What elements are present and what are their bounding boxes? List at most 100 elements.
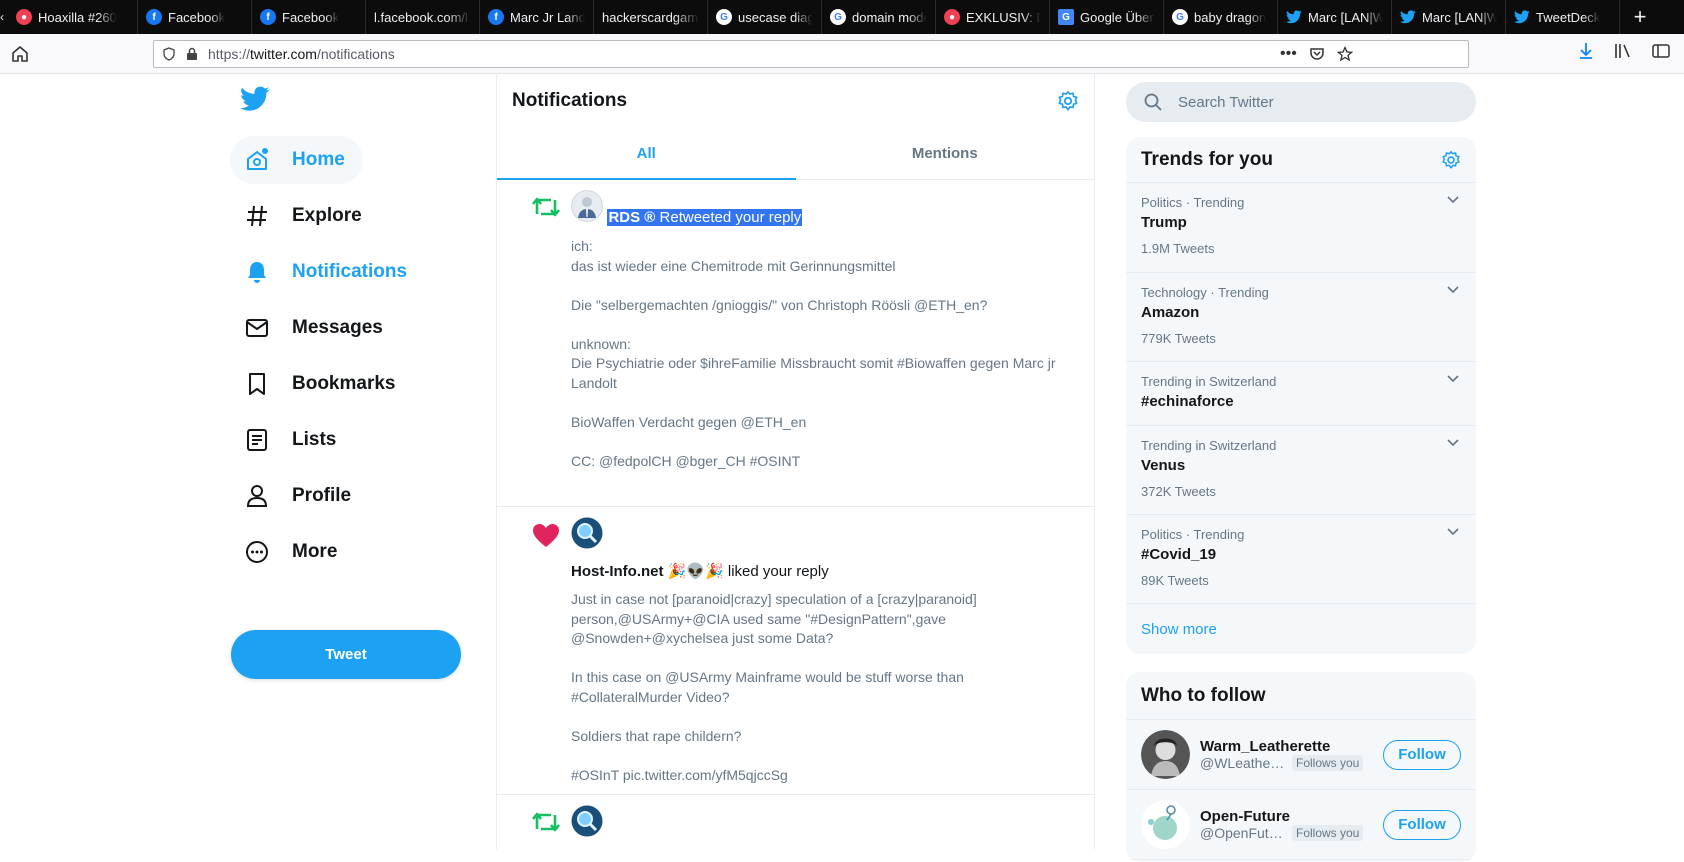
avatar[interactable] bbox=[571, 517, 603, 549]
browser-tab[interactable]: hackerscardgame bbox=[594, 0, 708, 34]
avatar[interactable] bbox=[571, 190, 603, 222]
notification-user[interactable]: RDS ® bbox=[608, 209, 655, 226]
settings-gear-icon[interactable] bbox=[1057, 90, 1079, 112]
browser-tab-strip: ‹ ● Hoaxilla #260 f Facebook f Facebook l.f… bbox=[0, 0, 1684, 34]
follow-suggestion[interactable]: Open-Future @OpenFuture Follows you Follo… bbox=[1126, 790, 1476, 860]
page-actions-icon[interactable]: ••• bbox=[1280, 45, 1297, 63]
trend-name: #echinaforce bbox=[1141, 393, 1234, 410]
follow-button[interactable]: Follow bbox=[1383, 809, 1461, 840]
browser-tab[interactable]: Gusecase diagram bbox=[708, 0, 822, 34]
notification-user[interactable]: Host-Info.net 🎉👽🎉 bbox=[571, 563, 724, 580]
tab-title: domain model bbox=[852, 9, 927, 25]
follows-you-badge: Follows you bbox=[1292, 825, 1364, 841]
home-button-icon[interactable] bbox=[10, 44, 30, 64]
url-bar[interactable]: https://twitter.com/notifications ••• bbox=[153, 40, 1469, 68]
browser-tab[interactable]: f Facebook bbox=[138, 0, 252, 34]
browser-tab[interactable]: f Facebook bbox=[252, 0, 366, 34]
nav-item-bookmarks[interactable]: Bookmarks bbox=[230, 360, 410, 408]
suggestion-handle: @OpenFuture bbox=[1200, 825, 1288, 841]
browser-toolbar: https://twitter.com/notifications ••• bbox=[0, 34, 1684, 74]
nav-item-profile[interactable]: Profile bbox=[230, 472, 365, 520]
notification-item[interactable] bbox=[497, 795, 1094, 849]
tab-title: TweetDeck bbox=[1536, 9, 1601, 25]
notification-item[interactable]: RDS ® Retweeted your reply ich: das ist … bbox=[497, 180, 1094, 507]
google-icon: G bbox=[716, 9, 732, 25]
browser-tab[interactable]: Gdomain model bbox=[822, 0, 936, 34]
tab-title: l.facebook.com/l. bbox=[374, 9, 471, 25]
tab-scroll-left-icon[interactable]: ‹ bbox=[0, 0, 8, 34]
tab-title: baby dragon bbox=[1194, 9, 1267, 25]
library-icon[interactable] bbox=[1614, 43, 1632, 59]
google-icon: G bbox=[830, 9, 846, 25]
home-icon bbox=[244, 147, 270, 173]
nav-item-notifications[interactable]: Notifications bbox=[230, 248, 421, 296]
suggestion-name: Warm_Leatherette bbox=[1200, 738, 1331, 755]
browser-tab[interactable]: Marc [LAN|WAN] bbox=[1392, 0, 1506, 34]
nav-item-messages[interactable]: Messages bbox=[230, 304, 397, 352]
browser-tab[interactable]: ● EXKLUSIV: Der bbox=[936, 0, 1050, 34]
tweet-button[interactable]: Tweet bbox=[231, 630, 461, 679]
new-tab-button[interactable]: + bbox=[1620, 0, 1660, 34]
settings-gear-icon[interactable] bbox=[1441, 150, 1461, 170]
browser-tab[interactable]: l.facebook.com/l. bbox=[366, 0, 480, 34]
trend-count: 1.9M Tweets bbox=[1141, 241, 1215, 256]
show-more-link[interactable]: Show more bbox=[1126, 604, 1476, 654]
tab-mentions[interactable]: Mentions bbox=[796, 128, 1095, 179]
lock-icon[interactable] bbox=[186, 47, 198, 61]
twitter-logo-icon[interactable] bbox=[240, 86, 270, 112]
sidebar-toggle-icon[interactable] bbox=[1652, 43, 1670, 59]
chevron-down-icon[interactable] bbox=[1446, 285, 1460, 295]
nav-label: Lists bbox=[292, 429, 337, 450]
browser-tab[interactable]: ● Hoaxilla #260 bbox=[8, 0, 138, 34]
chevron-down-icon[interactable] bbox=[1446, 195, 1460, 205]
tab-all[interactable]: All bbox=[497, 128, 796, 180]
browser-tab[interactable]: Gbaby dragon bbox=[1164, 0, 1278, 34]
tab-title: usecase diagram bbox=[738, 9, 813, 25]
trend-name: Amazon bbox=[1141, 304, 1200, 321]
bookmark-star-icon[interactable] bbox=[1336, 46, 1353, 62]
trend-item[interactable]: Politics · Trending Trump 1.9M Tweets bbox=[1126, 183, 1476, 273]
chevron-down-icon[interactable] bbox=[1446, 374, 1460, 384]
notification-item[interactable]: Host-Info.net 🎉👽🎉 liked your reply Just … bbox=[497, 507, 1094, 795]
chevron-down-icon[interactable] bbox=[1446, 527, 1460, 537]
chevron-down-icon[interactable] bbox=[1446, 438, 1460, 448]
avatar[interactable] bbox=[1141, 800, 1190, 849]
nav-item-home[interactable]: Home bbox=[230, 136, 363, 184]
nav-item-lists[interactable]: Lists bbox=[230, 416, 350, 464]
trends-header: Trends for you bbox=[1126, 137, 1476, 183]
browser-tab[interactable]: TweetDeck bbox=[1506, 0, 1620, 34]
nav-item-explore[interactable]: Explore bbox=[230, 192, 376, 240]
nav-label: Notifications bbox=[292, 261, 408, 282]
download-icon[interactable] bbox=[1578, 42, 1594, 60]
browser-tab[interactable]: f Marc Jr Landolt bbox=[480, 0, 594, 34]
trends-panel: Trends for you Politics · Trending Trump… bbox=[1126, 137, 1476, 654]
notification-tweet-text: ich: das ist wieder eine Chemitrode mit … bbox=[571, 238, 1056, 469]
pocket-save-icon[interactable] bbox=[1309, 46, 1325, 62]
browser-tab[interactable]: G Google Übersetzer bbox=[1050, 0, 1164, 34]
follow-button[interactable]: Follow bbox=[1383, 739, 1461, 770]
trend-item[interactable]: Technology · Trending Amazon 779K Tweets bbox=[1126, 273, 1476, 362]
notification-tabs: All Mentions bbox=[497, 128, 1094, 180]
tab-title: Marc [LAN|WAN] bbox=[1422, 9, 1497, 25]
suggestion-handle: @WLeatherette bbox=[1200, 755, 1288, 771]
tab-title: EXKLUSIV: Der bbox=[966, 9, 1041, 25]
pocket-icon: ● bbox=[944, 9, 960, 25]
trend-name: #Covid_19 bbox=[1141, 546, 1217, 563]
bookmark-icon bbox=[244, 371, 270, 397]
avatar[interactable] bbox=[571, 805, 603, 837]
google-translate-icon: G bbox=[1058, 9, 1074, 25]
search-input[interactable]: Search Twitter bbox=[1126, 82, 1476, 122]
tab-title: Facebook bbox=[282, 9, 340, 25]
nav-item-more[interactable]: More bbox=[230, 528, 351, 576]
avatar[interactable] bbox=[1141, 730, 1190, 779]
tracking-shield-icon[interactable] bbox=[162, 47, 176, 61]
trend-item[interactable]: Politics · Trending #Covid_19 89K Tweets bbox=[1126, 515, 1476, 604]
browser-tab[interactable]: Marc [LAN|WAN] bbox=[1278, 0, 1392, 34]
twitter-bird-icon bbox=[1286, 9, 1302, 25]
trend-category: Trending in Switzerland bbox=[1141, 374, 1277, 389]
trend-name: Venus bbox=[1141, 457, 1186, 474]
url-prefix: https:// bbox=[208, 46, 251, 62]
follow-suggestion[interactable]: Warm_Leatherette @WLeatheretteFollows yo… bbox=[1126, 720, 1476, 790]
trend-item[interactable]: Trending in Switzerland Venus 372K Tweet… bbox=[1126, 426, 1476, 515]
trend-item[interactable]: Trending in Switzerland #echinaforce bbox=[1126, 362, 1476, 426]
